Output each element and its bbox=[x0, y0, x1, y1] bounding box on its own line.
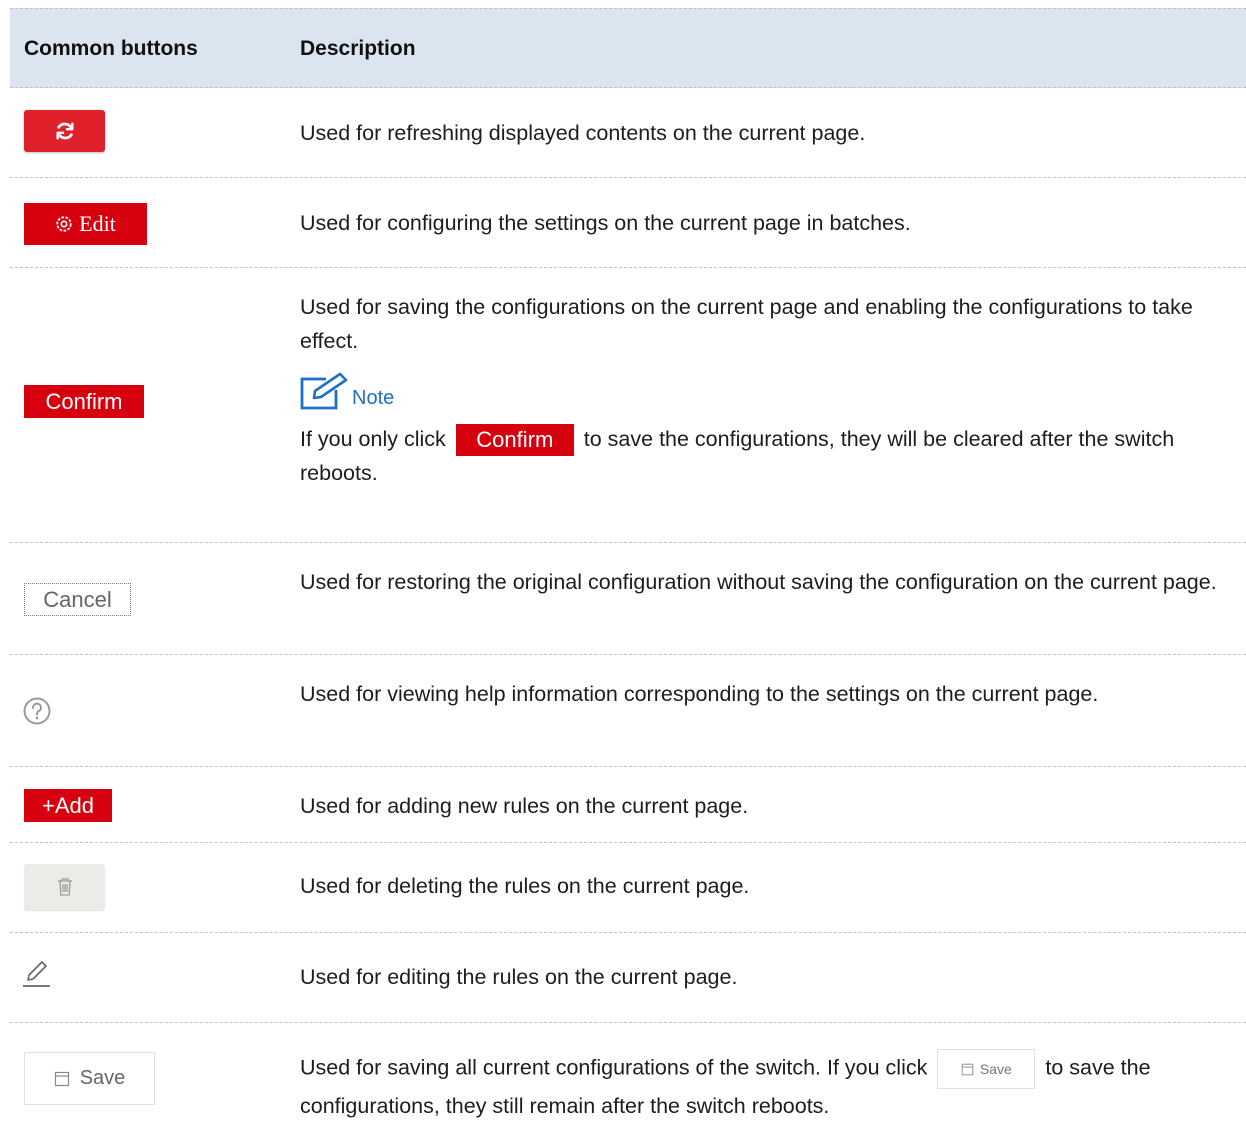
add-button[interactable]: +Add bbox=[24, 789, 112, 822]
help-icon[interactable] bbox=[22, 696, 52, 726]
delete-description: Used for deleting the rules on the curre… bbox=[300, 874, 750, 898]
table-row-delete: Used for deleting the rules on the curre… bbox=[10, 843, 1246, 933]
note-text-before: If you only click bbox=[300, 427, 446, 451]
note-icon bbox=[300, 372, 348, 410]
inline-save-label: Save bbox=[979, 1061, 1012, 1077]
cancel-description: Used for restoring the original configur… bbox=[300, 570, 1217, 594]
save-icon bbox=[54, 1071, 69, 1086]
note-block: Note bbox=[300, 372, 1222, 410]
delete-button[interactable] bbox=[24, 864, 105, 910]
table-row-add: +Add Used for adding new rules on the cu… bbox=[10, 767, 1246, 843]
trash-icon bbox=[57, 878, 72, 896]
note-label: Note bbox=[352, 387, 395, 409]
inline-confirm-button: Confirm bbox=[455, 424, 574, 457]
edit-button-label: Edit bbox=[79, 211, 116, 236]
save-button[interactable]: Save bbox=[24, 1052, 155, 1105]
cancel-button[interactable]: Cancel bbox=[24, 583, 131, 616]
buttons-table: Common buttons Description Used for refr… bbox=[10, 8, 1246, 1135]
save-icon bbox=[961, 1063, 974, 1075]
edit-button[interactable]: Edit bbox=[24, 203, 147, 245]
note-text: If you only click Confirm to save the conf… bbox=[300, 422, 1222, 490]
inline-save-button: Save bbox=[937, 1049, 1036, 1089]
save-description-before: Used for saving all current configuratio… bbox=[300, 1055, 928, 1080]
pencil-icon[interactable] bbox=[22, 958, 52, 988]
refresh-button[interactable] bbox=[24, 110, 105, 152]
save-description: Used for saving all current configuratio… bbox=[300, 1049, 1232, 1123]
table-row-refresh: Used for refreshing displayed contents o… bbox=[10, 88, 1246, 178]
header-description: Description bbox=[300, 37, 416, 60]
table-row-edit-rule: Used for editing the rules on the curren… bbox=[10, 933, 1246, 1023]
header-common-buttons: Common buttons bbox=[24, 37, 198, 60]
refresh-icon bbox=[55, 122, 74, 140]
table-row-edit: Edit Used for configuring the settings o… bbox=[10, 178, 1246, 268]
confirm-description: Used for saving the configurations on th… bbox=[300, 290, 1222, 490]
table-row-cancel: Cancel Used for restoring the original c… bbox=[10, 543, 1246, 655]
table-row-help: Used for viewing help information corres… bbox=[10, 655, 1246, 767]
edit-description: Used for configuring the settings on the… bbox=[300, 211, 911, 235]
table-header: Common buttons Description bbox=[10, 8, 1246, 88]
gear-icon bbox=[56, 216, 72, 232]
refresh-description: Used for refreshing displayed contents o… bbox=[300, 121, 866, 145]
table-row-confirm: Confirm Used for saving the configuratio… bbox=[10, 268, 1246, 543]
table-row-save: Save Used for saving all current configu… bbox=[10, 1023, 1246, 1135]
add-description: Used for adding new rules on the current… bbox=[300, 794, 749, 818]
confirm-description-text: Used for saving the configurations on th… bbox=[300, 295, 1193, 353]
save-button-label: Save bbox=[79, 1067, 126, 1089]
confirm-button[interactable]: Confirm bbox=[24, 385, 144, 418]
help-description: Used for viewing help information corres… bbox=[300, 682, 1099, 706]
edit-rule-description: Used for editing the rules on the curren… bbox=[300, 965, 738, 989]
